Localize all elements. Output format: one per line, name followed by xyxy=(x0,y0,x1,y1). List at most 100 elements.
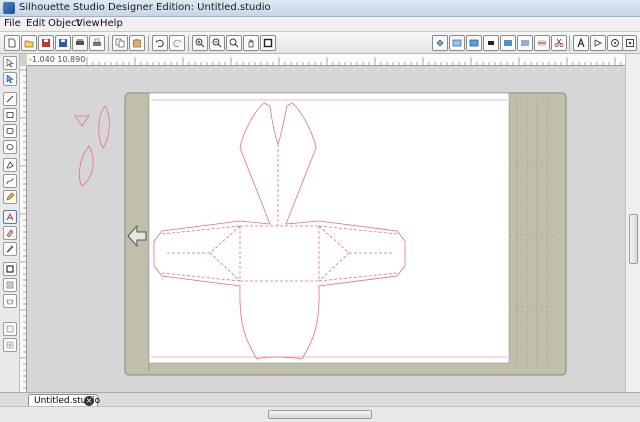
petal-piece-large xyxy=(78,145,94,187)
freehand-tool[interactable] xyxy=(3,190,17,204)
document-tab-bar: Untitled.studio × xyxy=(0,392,640,407)
trace-button[interactable] xyxy=(607,35,623,51)
scissors-icon xyxy=(554,38,564,47)
zoom-out-button[interactable] xyxy=(209,35,225,51)
toolbar-separator xyxy=(148,35,149,51)
edit-points-tool[interactable] xyxy=(3,72,17,86)
modify-icon xyxy=(626,39,634,47)
toolbar-separator xyxy=(108,35,109,51)
menu-edit[interactable]: Edit xyxy=(26,18,45,29)
text-tool[interactable] xyxy=(3,210,17,224)
undo-icon xyxy=(156,39,164,48)
align-icon xyxy=(521,40,529,46)
vertical-scrollbar[interactable] xyxy=(625,54,640,392)
knife-tool[interactable] xyxy=(3,242,17,256)
curve-icon xyxy=(6,177,14,185)
replicate-button[interactable] xyxy=(534,35,550,51)
eraser-icon xyxy=(6,229,14,237)
vertical-scroll-thumb[interactable] xyxy=(629,214,638,264)
menu-file[interactable]: File xyxy=(4,18,21,29)
edit-points-icon xyxy=(6,75,14,83)
rounded-rectangle-tool[interactable] xyxy=(3,124,17,138)
line-tool[interactable] xyxy=(3,92,17,106)
zoom-select-button[interactable] xyxy=(226,35,242,51)
close-tab-icon[interactable]: × xyxy=(84,396,94,406)
printer-icon xyxy=(93,38,101,46)
triangle-piece xyxy=(74,115,90,127)
cutter-icon xyxy=(76,39,84,45)
ruler-ticks xyxy=(20,69,27,389)
offset-icon xyxy=(594,39,602,47)
pan-button[interactable] xyxy=(243,35,259,51)
knife-icon xyxy=(6,245,14,253)
text-style-icon xyxy=(577,38,585,48)
zoom-in-icon xyxy=(195,38,205,48)
zoom-in-button[interactable] xyxy=(192,35,208,51)
menu-bar: File Edit Object View Help xyxy=(0,17,640,32)
horizontal-ruler: -1.040 10.890 xyxy=(27,54,625,66)
line-color-button[interactable] xyxy=(449,35,465,51)
menu-help[interactable]: Help xyxy=(100,18,123,29)
grid-tool[interactable] xyxy=(3,338,17,352)
polygon-icon xyxy=(6,161,14,169)
title-bar: Silhouette Studio Designer Edition: Unti… xyxy=(0,0,640,17)
library-tool[interactable] xyxy=(3,278,17,292)
ellipse-tool[interactable] xyxy=(3,140,17,154)
offset-button[interactable] xyxy=(590,35,606,51)
redo-button[interactable] xyxy=(169,35,185,51)
line-style-button[interactable] xyxy=(466,35,482,51)
send-to-cutter-button[interactable] xyxy=(72,35,88,51)
copy-button[interactable] xyxy=(112,35,128,51)
open-button[interactable] xyxy=(21,35,37,51)
layers-tool[interactable] xyxy=(3,322,17,336)
texture-button[interactable] xyxy=(500,35,516,51)
page-settings-tool[interactable] xyxy=(3,262,17,276)
toolbar-separator xyxy=(188,35,189,51)
petal-piece-small xyxy=(98,105,110,149)
store-tool[interactable] xyxy=(3,294,17,308)
texture-icon xyxy=(504,40,512,46)
select-tool[interactable] xyxy=(3,56,17,70)
folder-icon xyxy=(24,40,34,48)
design-canvas[interactable] xyxy=(27,66,625,392)
eraser-tool[interactable] xyxy=(3,226,17,240)
fit-to-page-button[interactable] xyxy=(260,35,276,51)
save-icon xyxy=(42,39,50,47)
text-icon xyxy=(6,213,14,221)
horizontal-scrollbar[interactable] xyxy=(0,406,640,422)
new-button[interactable] xyxy=(4,35,20,51)
save-as-icon xyxy=(59,39,67,47)
shadow-button[interactable] xyxy=(483,35,499,51)
left-toolbar xyxy=(0,54,20,392)
curve-tool[interactable] xyxy=(3,174,17,188)
menu-view[interactable]: View xyxy=(76,18,100,29)
rectangle-tool[interactable] xyxy=(3,108,17,122)
new-document-icon xyxy=(8,38,16,48)
undo-button[interactable] xyxy=(152,35,168,51)
window-title: Silhouette Studio Designer Edition: Unti… xyxy=(19,2,271,13)
line-icon xyxy=(6,95,14,103)
text-style-button[interactable] xyxy=(573,35,589,51)
rounded-rectangle-icon xyxy=(6,128,14,134)
cut-style-button[interactable] xyxy=(551,35,567,51)
fill-color-button[interactable] xyxy=(432,35,448,51)
loose-pieces[interactable] xyxy=(74,105,110,187)
save-button[interactable] xyxy=(38,35,54,51)
pointer-icon xyxy=(6,59,14,67)
print-button[interactable] xyxy=(89,35,105,51)
redo-icon xyxy=(173,39,181,48)
line-style-icon xyxy=(469,39,479,47)
modify-button[interactable] xyxy=(622,35,637,51)
horizontal-scroll-thumb[interactable] xyxy=(268,410,372,419)
polygon-tool[interactable] xyxy=(3,158,17,172)
grid-icon xyxy=(6,341,14,349)
save-as-button[interactable] xyxy=(55,35,71,51)
paint-bucket-icon xyxy=(436,39,444,47)
paste-button[interactable] xyxy=(129,35,145,51)
toolbar-separator xyxy=(569,35,570,51)
ellipse-icon xyxy=(6,144,14,150)
zoom-out-icon xyxy=(212,38,222,48)
pencil-icon xyxy=(6,193,14,201)
align-button[interactable] xyxy=(517,35,533,51)
fit-page-icon xyxy=(263,38,273,48)
